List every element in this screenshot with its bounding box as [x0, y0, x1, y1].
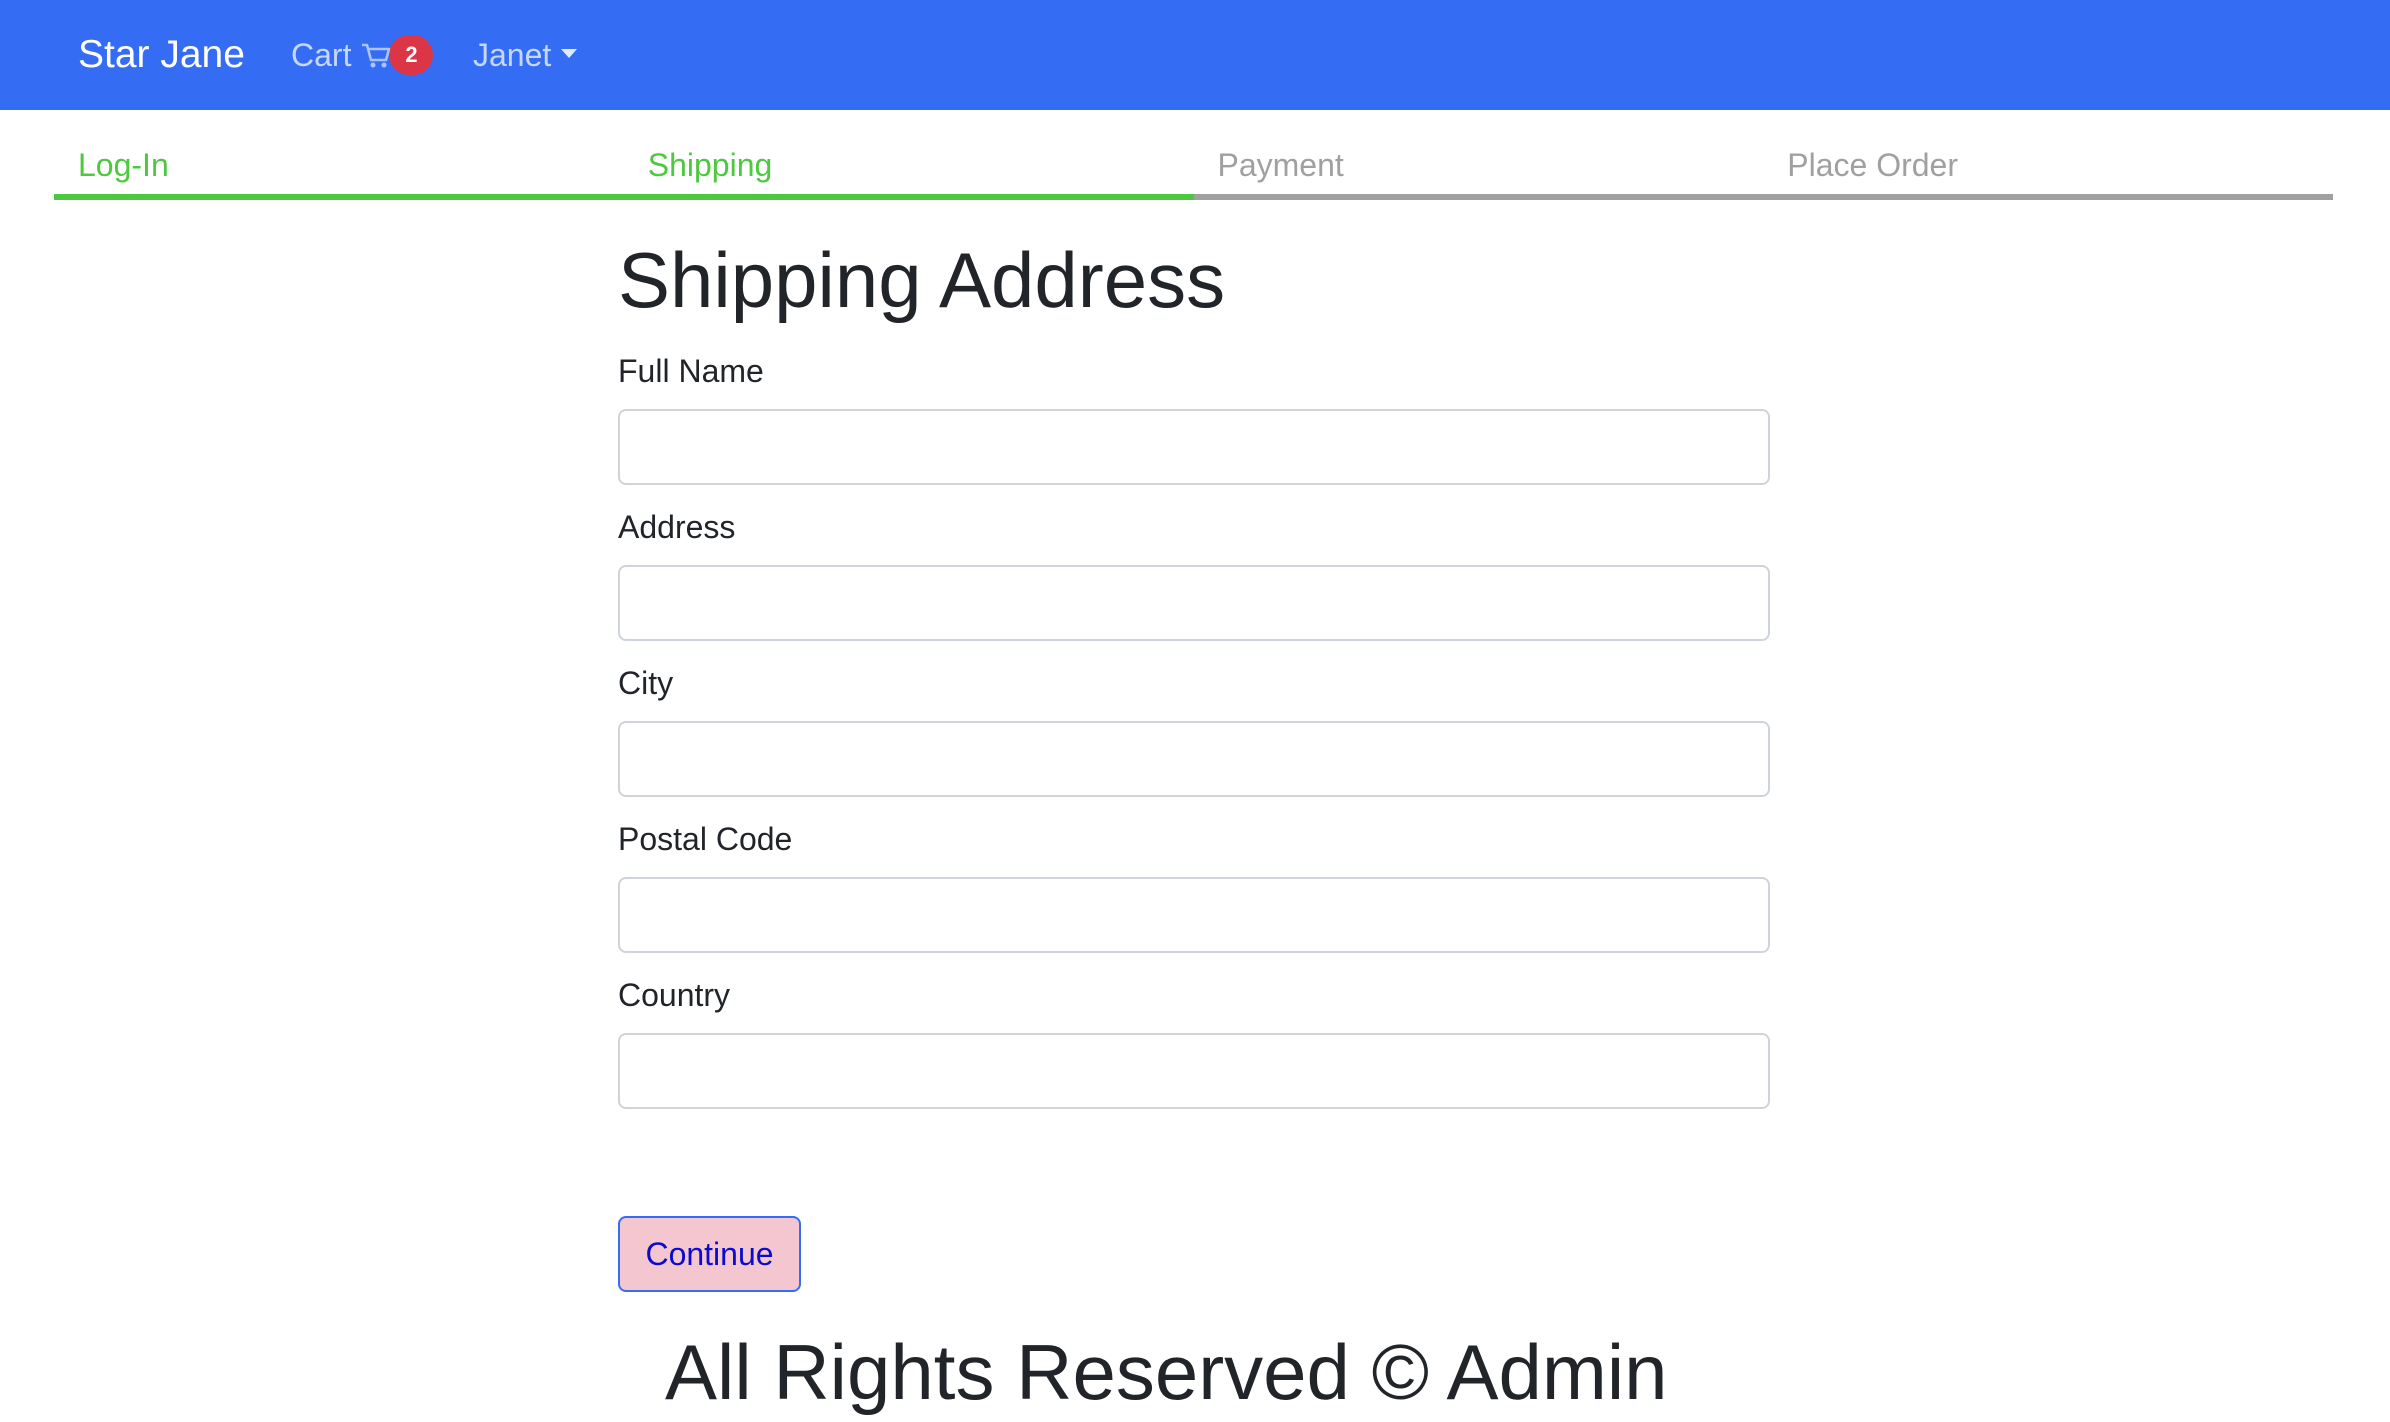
full-name-input[interactable] — [618, 409, 1770, 485]
postal-code-group: Postal Code — [618, 819, 1770, 953]
cart-count-badge: 2 — [389, 35, 434, 75]
chevron-down-icon — [561, 48, 578, 58]
step-payment: Payment — [1193, 140, 1764, 200]
page-title: Shipping Address — [618, 236, 1226, 324]
full-name-group: Full Name — [618, 351, 1770, 485]
cart-link[interactable]: Cart 2 — [291, 30, 434, 80]
full-name-label: Full Name — [618, 353, 764, 389]
step-place-order: Place Order — [1763, 140, 2333, 200]
shopping-cart-icon — [359, 38, 393, 72]
checkout-steps: Log-In Shipping Payment Place Order — [54, 140, 2333, 200]
continue-button[interactable]: Continue — [618, 1216, 801, 1292]
address-group: Address — [618, 507, 1770, 641]
cart-label: Cart — [291, 37, 352, 73]
city-group: City — [618, 663, 1770, 797]
brand-link[interactable]: Star Jane — [78, 30, 245, 80]
shipping-form: Shipping Address Full Name Address City … — [618, 225, 1770, 1109]
step-log-in: Log-In — [54, 140, 624, 200]
address-label: Address — [618, 509, 736, 545]
step-shipping: Shipping — [623, 140, 1194, 200]
city-input[interactable] — [618, 721, 1770, 797]
footer-copyright: All Rights Reserved © Admin — [665, 1328, 1668, 1416]
user-menu-dropdown[interactable]: Janet — [473, 30, 578, 80]
top-navbar: Star Jane Cart 2 Janet — [0, 0, 2390, 110]
postal-code-input[interactable] — [618, 877, 1770, 953]
country-group: Country — [618, 975, 1770, 1109]
user-name-label: Janet — [473, 37, 552, 73]
address-input[interactable] — [618, 565, 1770, 641]
postal-code-label: Postal Code — [618, 821, 793, 857]
country-label: Country — [618, 977, 731, 1013]
country-input[interactable] — [618, 1033, 1770, 1109]
city-label: City — [618, 665, 674, 701]
